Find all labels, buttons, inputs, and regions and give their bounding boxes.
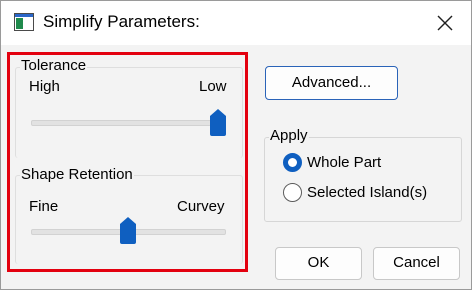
tolerance-max-label: Low bbox=[199, 78, 227, 95]
tolerance-slider-thumb[interactable] bbox=[210, 109, 226, 136]
close-icon[interactable] bbox=[429, 7, 461, 39]
apply-group bbox=[264, 137, 462, 222]
apply-legend: Apply bbox=[269, 127, 309, 144]
simplify-parameters-dialog: Simplify Parameters: Tolerance High Low … bbox=[0, 0, 472, 290]
advanced-button[interactable]: Advanced... bbox=[265, 66, 398, 100]
selected-islands-radio[interactable] bbox=[283, 183, 302, 202]
shape-retention-min-label: Fine bbox=[29, 198, 59, 215]
window-title: Simplify Parameters: bbox=[43, 12, 200, 31]
ok-button[interactable]: OK bbox=[275, 247, 362, 280]
whole-part-radio[interactable] bbox=[283, 153, 302, 172]
selected-islands-label[interactable]: Selected Island(s) bbox=[307, 184, 427, 201]
whole-part-label[interactable]: Whole Part bbox=[307, 154, 381, 171]
dialog-body: Tolerance High Low Shape Retention Fine … bbox=[1, 45, 471, 289]
title-bar: Simplify Parameters: bbox=[1, 1, 471, 45]
cancel-button[interactable]: Cancel bbox=[373, 247, 460, 280]
shape-retention-slider-thumb[interactable] bbox=[119, 217, 136, 244]
tolerance-legend: Tolerance bbox=[20, 57, 88, 74]
shape-retention-legend: Shape Retention bbox=[20, 166, 134, 183]
shape-retention-max-label: Curvey bbox=[177, 198, 225, 215]
app-window-icon bbox=[14, 13, 34, 31]
tolerance-min-label: High bbox=[29, 78, 60, 95]
tolerance-slider-track[interactable] bbox=[31, 120, 226, 126]
